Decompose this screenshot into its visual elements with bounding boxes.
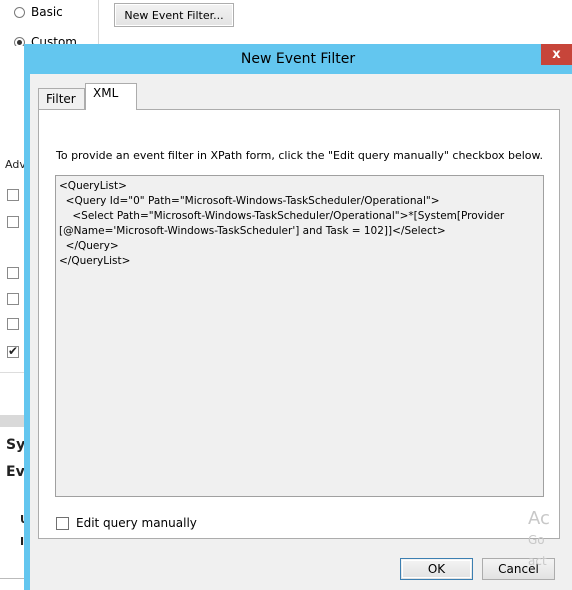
- bg-separator: [0, 372, 24, 373]
- watermark-line-2: Go: [528, 533, 545, 547]
- ok-button[interactable]: OK: [400, 558, 473, 580]
- bg-checkbox-2[interactable]: [7, 216, 19, 228]
- radio-basic[interactable]: Basic: [14, 5, 63, 19]
- dialog-client-area: Filter XML To provide an event filter in…: [30, 74, 572, 590]
- instructions-text: To provide an event filter in XPath form…: [56, 149, 544, 162]
- tab-xml[interactable]: XML: [85, 83, 137, 110]
- bg-heading-fragment-2: Ev: [6, 464, 25, 480]
- bg-checkbox-4[interactable]: [7, 293, 19, 305]
- advanced-label-fragment: Adv: [5, 158, 26, 171]
- radio-basic-circle[interactable]: [14, 6, 25, 18]
- bg-scroll-strip: [0, 415, 24, 427]
- dialog-title: New Event Filter: [240, 51, 356, 67]
- dialog-title-bar[interactable]: New Event Filter x: [24, 44, 572, 74]
- bg-checkbox-3[interactable]: [7, 267, 19, 279]
- bg-checkbox-6[interactable]: [7, 344, 19, 358]
- xml-tab-panel: To provide an event filter in XPath form…: [38, 109, 560, 539]
- close-button[interactable]: x: [541, 44, 572, 65]
- bg-heading-fragment-1: Sy: [6, 437, 26, 453]
- new-event-filter-dialog: New Event Filter x Filter XML To provide…: [24, 44, 572, 590]
- bg-checkbox-5[interactable]: [7, 318, 19, 330]
- watermark-line-1: Ac: [528, 508, 550, 529]
- bg-checkbox-1[interactable]: [7, 189, 19, 201]
- edit-query-manually-row[interactable]: Edit query manually: [56, 516, 197, 530]
- background-window-top: Basic Custom New Event Filter...: [0, 0, 572, 49]
- bg-bottom-line: [0, 578, 24, 579]
- edit-query-manually-checkbox[interactable]: [56, 516, 69, 530]
- xml-query-textbox[interactable]: <QueryList> <Query Id="0" Path="Microsof…: [55, 175, 544, 497]
- background-divider: [98, 0, 99, 46]
- radio-basic-label: Basic: [31, 5, 63, 19]
- new-event-filter-button[interactable]: New Event Filter...: [114, 3, 234, 27]
- tab-filter[interactable]: Filter: [38, 88, 85, 110]
- watermark-line-3: act: [528, 554, 547, 568]
- edit-query-manually-label[interactable]: Edit query manually: [76, 516, 197, 530]
